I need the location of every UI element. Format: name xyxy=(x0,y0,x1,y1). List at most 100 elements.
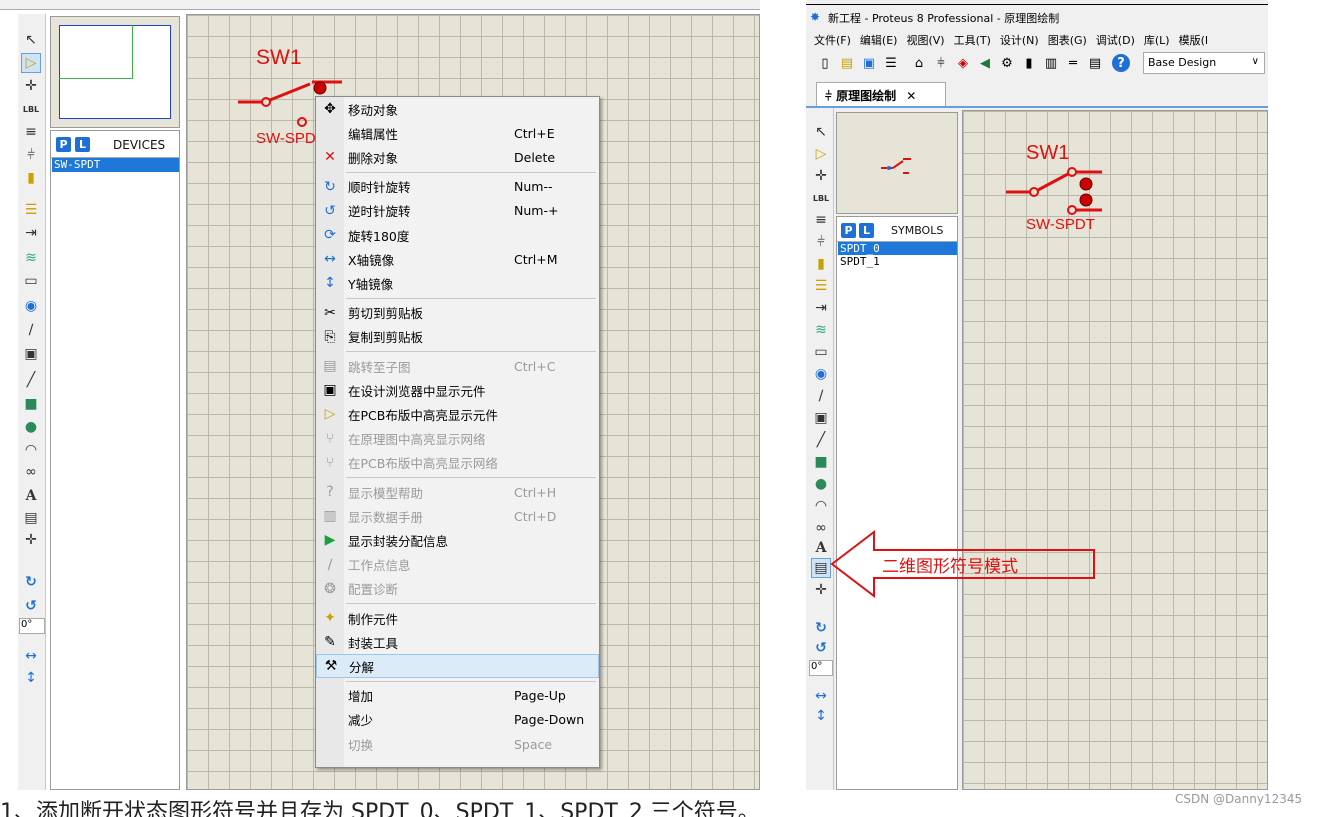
mirror-y-icon[interactable]: ↕ xyxy=(811,706,831,726)
menu-item-13[interactable]: ⑂ 在原理图中高亮显示网络 xyxy=(316,427,599,451)
help-icon[interactable]: ? xyxy=(1112,54,1130,72)
menu-item-18[interactable]: ∕ 工作点信息 xyxy=(316,553,599,577)
mirror-x-icon[interactable]: ↔ xyxy=(811,686,831,706)
menu-library[interactable]: 库(L) xyxy=(1144,34,1170,47)
gerber-icon[interactable]: ◀ xyxy=(976,54,994,72)
schematic-icon[interactable]: ⫩ xyxy=(932,54,950,72)
terminal-icon[interactable]: ☰ xyxy=(811,276,831,296)
menu-item-1[interactable]: 编辑属性 Ctrl+E xyxy=(316,121,599,145)
pin-icon[interactable]: ⇥ xyxy=(811,298,831,318)
menu-item-6[interactable]: ↔ X轴镜像 Ctrl+M xyxy=(316,247,599,271)
rotation-field[interactable]: 0° xyxy=(19,618,45,634)
menu-item-20[interactable]: ✦ 制作元件 xyxy=(316,606,599,630)
text-script-icon[interactable]: ≡ xyxy=(21,122,41,142)
library-button[interactable]: L xyxy=(75,137,90,152)
component-mode-icon[interactable]: ▷ xyxy=(21,53,41,73)
instrument-icon[interactable]: ▣ xyxy=(21,344,41,364)
overview-panel[interactable] xyxy=(836,112,958,214)
bus-icon[interactable]: ⫩ xyxy=(811,232,831,252)
menu-item-25[interactable]: 切换 Space xyxy=(316,732,599,756)
subcircuit-icon[interactable]: ▮ xyxy=(21,168,41,188)
circle-icon[interactable]: ● xyxy=(21,417,41,437)
junction-icon[interactable]: ✛ xyxy=(811,166,831,186)
circle-icon[interactable]: ● xyxy=(811,474,831,494)
menu-item-17[interactable]: ▶ 显示封装分配信息 xyxy=(316,528,599,552)
rotate-ccw-icon[interactable]: ↺ xyxy=(811,638,831,658)
bus-icon[interactable]: ⫩ xyxy=(21,145,41,165)
library-button[interactable]: L xyxy=(859,223,874,238)
generator-icon[interactable]: ◉ xyxy=(21,296,41,316)
menu-template[interactable]: 模版(I xyxy=(1179,34,1209,47)
spdt-switch-symbol[interactable] xyxy=(1002,164,1112,220)
menu-file[interactable]: 文件(F) xyxy=(814,34,851,47)
menu-item-10[interactable]: ▤ 跳转至子图 Ctrl+C xyxy=(316,354,599,378)
marker-icon[interactable]: ✛ xyxy=(21,530,41,550)
home-icon[interactable]: ⌂ xyxy=(910,54,928,72)
menu-item-22[interactable]: ⚒ 分解 xyxy=(316,654,599,679)
symbol-list-item[interactable]: SPDT_1 xyxy=(838,255,957,268)
menu-item-16[interactable]: ▥ 显示数据手册 Ctrl+D xyxy=(316,504,599,528)
menu-item-4[interactable]: ↺ 逆时针旋转 Num-+ xyxy=(316,199,599,223)
tape-icon[interactable]: ▭ xyxy=(811,342,831,362)
component-mode-icon[interactable]: ▷ xyxy=(811,144,831,164)
menu-debug[interactable]: 调试(D) xyxy=(1096,34,1135,47)
menu-item-9[interactable]: ⎘ 复制到剪贴板 xyxy=(316,325,599,349)
menu-item-14[interactable]: ⑂ 在PCB布版中高亮显示网络 xyxy=(316,451,599,475)
symbol-list-item[interactable]: SPDT_0 xyxy=(838,242,957,255)
rotate-ccw-icon[interactable]: ↺ xyxy=(21,596,41,616)
box-icon[interactable]: ■ xyxy=(21,394,41,414)
menu-graph[interactable]: 图表(G) xyxy=(1048,34,1087,47)
symbol-icon[interactable]: ▤ xyxy=(21,508,41,528)
bom-icon[interactable]: ▮ xyxy=(1020,54,1038,72)
menu-edit[interactable]: 编辑(E) xyxy=(860,34,898,47)
graph-icon[interactable]: ≋ xyxy=(811,320,831,340)
rotation-field[interactable]: 0° xyxy=(809,660,833,676)
tape-icon[interactable]: ▭ xyxy=(21,271,41,291)
arc-icon[interactable]: ◠ xyxy=(21,440,41,460)
generator-icon[interactable]: ◉ xyxy=(811,364,831,384)
menu-item-5[interactable]: ⟳ 旋转180度 xyxy=(316,223,599,247)
wire-label-icon[interactable]: LBL xyxy=(811,188,831,208)
menu-view[interactable]: 视图(V) xyxy=(906,34,944,47)
selection-mode-icon[interactable]: ↖ xyxy=(811,122,831,142)
open-folder-icon[interactable]: ▤ xyxy=(838,54,856,72)
save-icon[interactable]: ▣ xyxy=(860,54,878,72)
3d-icon[interactable]: ⚙ xyxy=(998,54,1016,72)
arc-icon[interactable]: ◠ xyxy=(811,496,831,516)
code-icon[interactable]: ═ xyxy=(1064,54,1082,72)
new-file-icon[interactable]: ▯ xyxy=(816,54,834,72)
device-list-item[interactable]: SW-SPDT xyxy=(52,158,179,172)
pin-icon[interactable]: ⇥ xyxy=(21,223,41,243)
menu-item-2[interactable]: ✕ 删除对象 Delete xyxy=(316,145,599,169)
pcb-icon[interactable]: ◈ xyxy=(954,54,972,72)
menu-item-11[interactable]: ▣ 在设计浏览器中显示元件 xyxy=(316,378,599,402)
subcircuit-icon[interactable]: ▮ xyxy=(811,254,831,274)
probe-icon[interactable]: ∕ xyxy=(21,320,41,340)
selection-mode-icon[interactable]: ↖ xyxy=(21,30,41,50)
menu-design[interactable]: 设计(N) xyxy=(1000,34,1039,47)
wire-label-icon[interactable]: LBL xyxy=(21,99,41,119)
menu-item-15[interactable]: ? 显示模型帮助 Ctrl+H xyxy=(316,480,599,504)
junction-icon[interactable]: ✛ xyxy=(21,76,41,96)
terminal-icon[interactable]: ☰ xyxy=(21,200,41,220)
tab-schematic[interactable]: ⫩ 原理图绘制 ✕ xyxy=(816,82,946,106)
notes-icon[interactable]: ▤ xyxy=(1086,54,1104,72)
text-script-icon[interactable]: ≡ xyxy=(811,210,831,230)
menu-item-8[interactable]: ✂ 剪切到剪贴板 xyxy=(316,301,599,325)
menu-item-19[interactable]: ❂ 配置诊断 xyxy=(316,577,599,601)
box-icon[interactable]: ■ xyxy=(811,452,831,472)
line-icon[interactable]: ╱ xyxy=(21,370,41,390)
mirror-y-icon[interactable]: ↕ xyxy=(21,668,41,688)
line-icon[interactable]: ╱ xyxy=(811,430,831,450)
overview-panel[interactable] xyxy=(50,16,180,128)
rotate-cw-icon[interactable]: ↻ xyxy=(811,618,831,638)
mirror-x-icon[interactable]: ↔ xyxy=(21,646,41,666)
menu-item-24[interactable]: 减少 Page-Down xyxy=(316,708,599,732)
close-project-icon[interactable]: ☰ xyxy=(882,54,900,72)
menu-item-12[interactable]: ▷ 在PCB布版中高亮显示元件 xyxy=(316,402,599,426)
design-dropdown[interactable]: Base Design ∨ xyxy=(1143,52,1265,74)
instrument-icon[interactable]: ▣ xyxy=(811,408,831,428)
close-tab-icon[interactable]: ✕ xyxy=(906,89,916,103)
source-icon[interactable]: ▥ xyxy=(1042,54,1060,72)
menu-tools[interactable]: 工具(T) xyxy=(954,34,991,47)
